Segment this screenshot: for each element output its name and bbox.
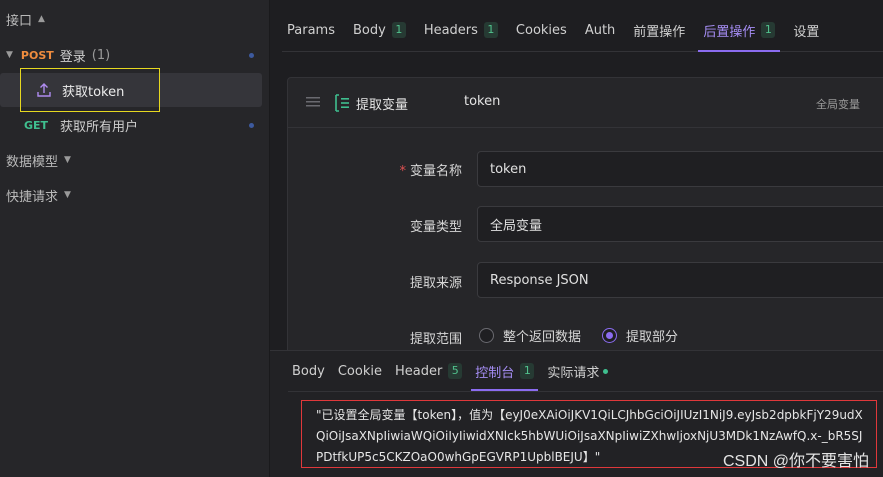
tab-label: Cookies	[515, 22, 567, 38]
chevron-down-icon: ▼	[64, 190, 71, 200]
tab-params[interactable]: Params	[282, 9, 340, 51]
folder-count: (1)	[91, 47, 111, 63]
radio-whole-response[interactable]: 整个返回数据	[479, 326, 581, 345]
tab-label: Body	[352, 22, 386, 38]
select-value: Response JSON	[490, 272, 589, 288]
tab-label: Cookie	[337, 363, 382, 379]
radio-circle	[479, 328, 494, 343]
sidebar-item-label: 获取所有用户	[60, 119, 139, 135]
tab-body[interactable]: Body 1	[348, 9, 411, 51]
tab-badge: 1	[483, 22, 498, 38]
card-title: 提取变量	[356, 98, 409, 113]
divider	[288, 391, 883, 392]
tab-console[interactable]: 控制台 1	[471, 351, 539, 391]
method-post-badge: POST	[20, 48, 54, 62]
tab-label: Header	[394, 363, 443, 379]
chevron-up-icon: ▲	[38, 14, 45, 24]
tab-headers[interactable]: Headers 1	[419, 9, 503, 51]
radio-extract-part[interactable]: 提取部分	[602, 326, 678, 345]
extract-source-label: 提取来源	[409, 276, 462, 291]
highlight-box	[20, 68, 160, 112]
tab-badge: 1	[391, 22, 406, 38]
chevron-down-icon: ▼	[64, 155, 71, 165]
card-header[interactable]: 提取变量 token 全局变量	[288, 78, 883, 128]
tab-badge: 1	[520, 363, 535, 379]
sidebar-item-get-users[interactable]: GET 获取所有用户	[0, 108, 262, 142]
tab-label: 设置	[793, 24, 820, 40]
sidebar: 接口 ▲ ▼ POST 登录 (1) 获取token GET 获取所有用户 数据…	[0, 0, 270, 477]
tab-cookies[interactable]: Cookies	[511, 9, 572, 51]
required-asterisk: *	[399, 164, 406, 179]
tab-label: Auth	[584, 22, 616, 38]
section-models[interactable]: 数据模型 ▼	[0, 143, 262, 177]
tab-label: 控制台	[475, 365, 515, 381]
tab-label: 后置操作	[703, 24, 756, 40]
radio-label: 整个返回数据	[503, 330, 582, 345]
tab-badge: 5	[448, 363, 463, 379]
request-tabs: Params Body 1 Headers 1 Cookies Auth 前置操作 …	[282, 10, 883, 52]
tab-settings[interactable]: 设置	[788, 9, 824, 51]
tab-post-operations[interactable]: 后置操作 1	[698, 9, 781, 52]
extract-source-select[interactable]: Response JSON	[477, 262, 883, 298]
variable-name-input[interactable]: token	[477, 151, 883, 187]
live-indicator-dot	[603, 368, 609, 374]
folder-login[interactable]: ▼ POST 登录 (1)	[0, 38, 262, 72]
select-value: 全局变量	[490, 218, 543, 234]
card-variable-name: token	[464, 94, 501, 109]
watermark: CSDN @你不要害怕	[722, 453, 869, 470]
response-tabs: Body Cookie Header 5 控制台 1 实际请求	[288, 351, 617, 391]
tab-pre-operations[interactable]: 前置操作	[628, 9, 690, 51]
section-models-label: 数据模型	[6, 154, 59, 170]
section-interfaces-label: 接口	[6, 13, 33, 29]
section-quick[interactable]: 快捷请求 ▼	[0, 178, 262, 212]
folder-login-label: 登录	[59, 49, 86, 65]
status-dot	[249, 53, 254, 58]
radio-circle-selected	[602, 328, 617, 343]
tab-badge: 1	[761, 22, 776, 38]
drag-handle-icon[interactable]	[306, 96, 320, 108]
variable-type-select[interactable]: 全局变量	[477, 206, 883, 242]
radio-label: 提取部分	[626, 330, 679, 345]
tab-response-header[interactable]: Header 5	[391, 351, 466, 391]
extract-variable-icon	[335, 94, 349, 112]
card-scope-label: 全局变量	[816, 98, 860, 111]
variable-type-label: 变量类型	[409, 220, 462, 235]
label-text: 变量名称	[409, 164, 462, 179]
tab-label: 实际请求	[547, 365, 600, 381]
tab-label: Body	[292, 363, 325, 379]
tab-response-cookie[interactable]: Cookie	[334, 351, 386, 391]
method-get-badge: GET	[24, 118, 49, 132]
response-panel: Body Cookie Header 5 控制台 1 实际请求 "已设置全局变量【t…	[270, 350, 883, 477]
section-interfaces[interactable]: 接口 ▲	[0, 2, 262, 36]
tab-response-body[interactable]: Body	[288, 351, 329, 391]
variable-name-label: * 变量名称	[287, 160, 462, 179]
caret-down-icon: ▼	[6, 50, 13, 60]
tab-label: Headers	[423, 22, 478, 38]
tab-label: Params	[287, 22, 335, 38]
tab-actual-request[interactable]: 实际请求	[543, 351, 612, 391]
tab-label: 前置操作	[633, 24, 686, 40]
input-value: token	[490, 161, 527, 177]
status-dot	[249, 123, 254, 128]
tab-auth[interactable]: Auth	[580, 9, 620, 51]
section-quick-label: 快捷请求	[6, 189, 59, 205]
extract-range-label: 提取范围	[409, 332, 462, 347]
